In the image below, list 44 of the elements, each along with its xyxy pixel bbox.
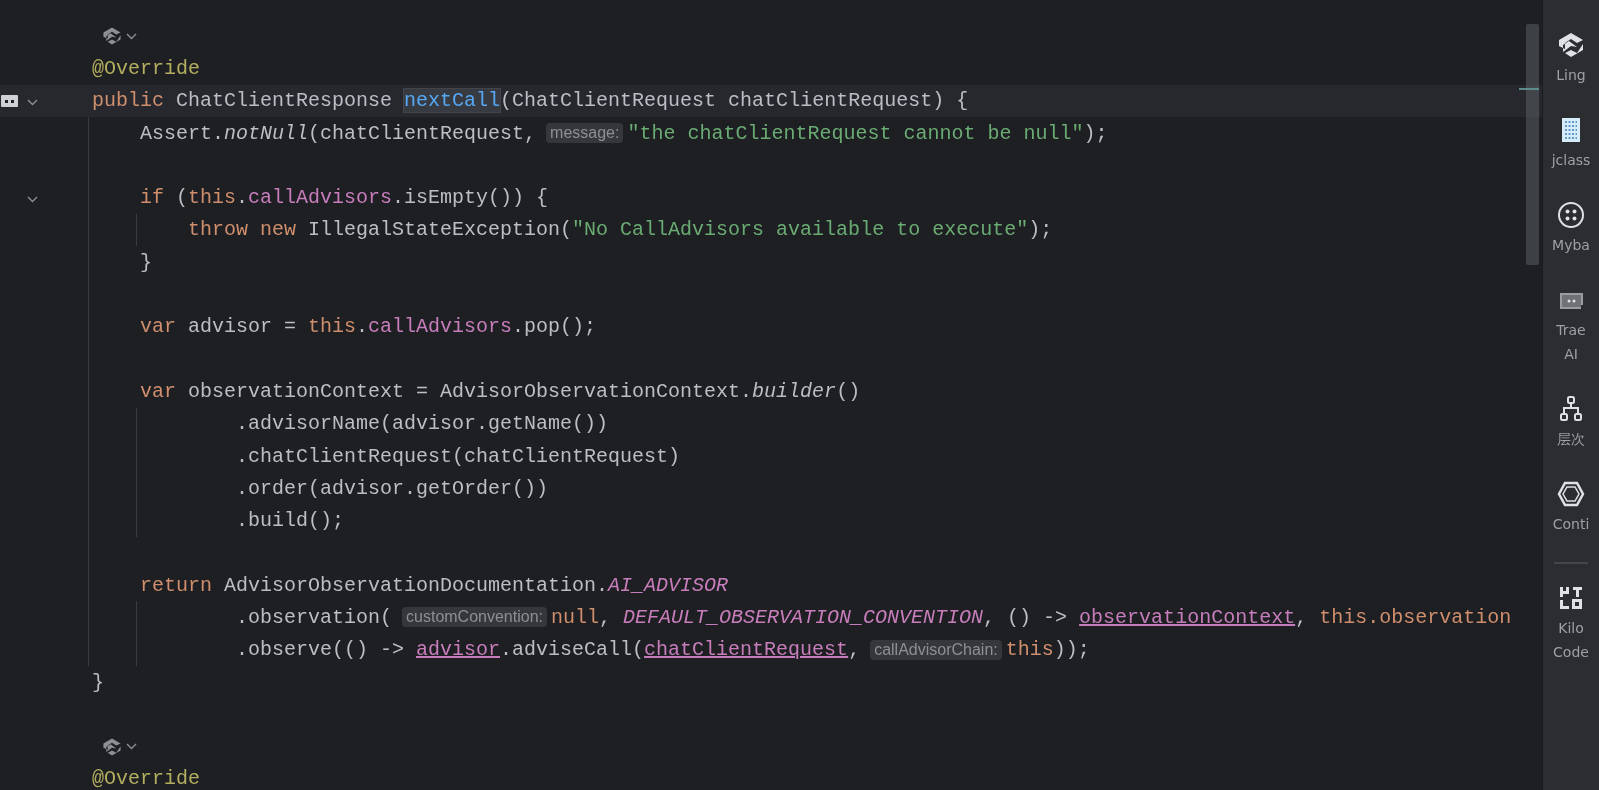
four-dot-circle-icon[interactable]: [1557, 201, 1585, 229]
code-text: }: [140, 250, 152, 274]
code-text: var advisor = this.callAdvisors.pop();: [140, 315, 597, 339]
tool-window-label[interactable]: 层次: [1557, 427, 1585, 451]
code-text: return AdvisorObservationDocumentation.AI_ADVISOR: [140, 573, 729, 597]
caret-icon[interactable]: [26, 195, 38, 203]
code-text: .advisorName(advisor.getName()): [236, 412, 609, 436]
tool-window-label[interactable]: Trae AI: [1556, 318, 1586, 366]
code-text: public ChatClientResponse nextCall(ChatClientRequest chatClientRequest) {: [92, 89, 969, 113]
code-text: .observation(: [236, 606, 393, 629]
parameter-hint: customConvention:: [402, 607, 547, 628]
knot-icon[interactable]: [1557, 31, 1585, 59]
code-text: @Override: [92, 56, 201, 80]
knot-icon[interactable]: [102, 26, 122, 47]
code-text: .chatClientRequest(chatClientRequest): [236, 444, 681, 468]
caret-icon[interactable]: [126, 743, 137, 751]
caret-icon[interactable]: [26, 98, 38, 106]
code-text: this));: [1005, 638, 1090, 662]
code-text: throw new IllegalStateException("No CallAdvisors available to execute");: [188, 218, 1053, 242]
code-text: }: [92, 670, 104, 694]
tool-window-label[interactable]: Myba: [1552, 233, 1590, 257]
parameter-hint: message:: [546, 123, 624, 144]
code-text: if (this.callAdvisors.isEmpty()) {: [140, 186, 549, 210]
scrollbar-thumb[interactable]: [1526, 24, 1539, 265]
code-text: Assert.notNull(chatClientRequest,: [140, 121, 537, 145]
code-text: "the chatClientRequest cannot be null");: [627, 121, 1108, 145]
tool-window-label[interactable]: jclass: [1551, 148, 1591, 172]
code-text: null, DEFAULT_OBSERVATION_CONVENTION, () -> observationContext, this.observation: [551, 606, 1512, 629]
code-text: .order(advisor.getOrder()): [236, 476, 549, 500]
block-logo-icon[interactable]: [1557, 584, 1585, 612]
scroll-marker: [1519, 88, 1539, 90]
code-text: @Override: [92, 767, 201, 790]
code-text: .observe(() -> advisor.adviseCall(chatClientRequest,: [236, 638, 861, 662]
tool-window-label[interactable]: Conti: [1552, 512, 1590, 536]
dotted-square-icon[interactable]: [0, 93, 19, 108]
tool-window-label[interactable]: Ling: [1556, 63, 1586, 87]
code-text: var observationContext = AdvisorObservationContext.builder(): [140, 379, 861, 403]
code-text: .build();: [236, 509, 345, 533]
hierarchy-icon[interactable]: [1557, 395, 1585, 423]
hexagon-icon[interactable]: [1557, 480, 1585, 508]
knot-icon[interactable]: [102, 736, 122, 757]
tool-window-label[interactable]: Kilo Code: [1553, 616, 1589, 664]
parameter-hint: callAdvisorChain:: [870, 639, 1002, 660]
caret-icon[interactable]: [126, 32, 137, 40]
